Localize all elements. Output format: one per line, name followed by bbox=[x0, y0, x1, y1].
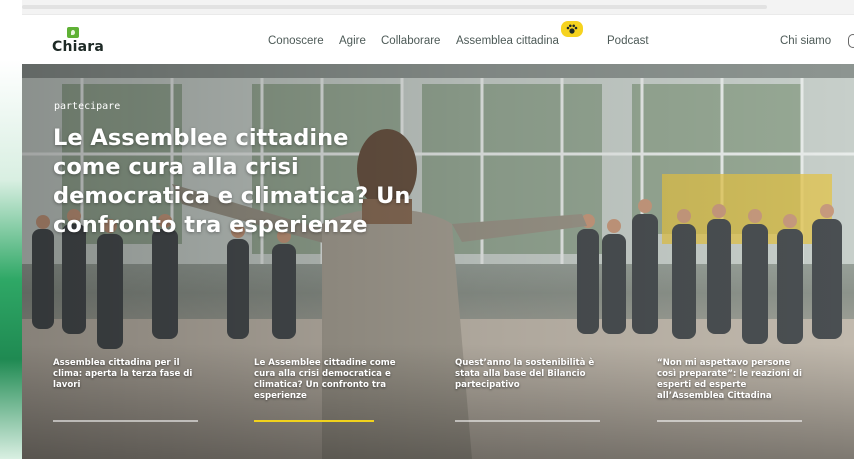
nav-item-assemblea-cittadina[interactable]: Assemblea cittadina bbox=[456, 35, 559, 47]
nav-item-chi-siamo[interactable]: Chi siamo bbox=[780, 35, 831, 47]
article-link-4[interactable]: “Non mi aspettavo persone così preparate… bbox=[657, 358, 802, 422]
logo[interactable]: Chiara bbox=[52, 27, 112, 57]
nav-item-conoscere[interactable]: Conoscere bbox=[268, 35, 324, 47]
article-title: Le Assemblee cittadine come cura alla cr… bbox=[254, 358, 396, 401]
category-label[interactable]: partecipare bbox=[54, 101, 120, 112]
site-header: Chiara Conoscere Agire Collaborare Assem… bbox=[22, 14, 854, 64]
article-link-1[interactable]: Assemblea cittadina per il clima: aperta… bbox=[53, 358, 198, 422]
article-underline bbox=[455, 420, 600, 422]
scroll-strip bbox=[22, 5, 767, 9]
article-title: Assemblea cittadina per il clima: aperta… bbox=[53, 358, 193, 390]
search-icon[interactable] bbox=[848, 34, 854, 48]
article-link-3[interactable]: Quest’anno la sostenibilità è stata alla… bbox=[455, 358, 600, 422]
nav-item-agire[interactable]: Agire bbox=[339, 35, 366, 47]
hero-title[interactable]: Le Assemblee cittadine come cura alla cr… bbox=[53, 124, 423, 240]
article-title: “Non mi aspettavo persone così preparate… bbox=[657, 358, 802, 401]
article-underline bbox=[53, 420, 198, 422]
paw-icon bbox=[561, 21, 583, 37]
hero-banner[interactable]: partecipare Le Assemblee cittadine come … bbox=[22, 64, 854, 459]
article-link-2[interactable]: Le Assemblee cittadine come cura alla cr… bbox=[254, 358, 399, 422]
article-title: Quest’anno la sostenibilità è stata alla… bbox=[455, 358, 595, 390]
browser-top-strip bbox=[22, 0, 854, 14]
nav-item-collaborare[interactable]: Collaborare bbox=[381, 35, 440, 47]
article-underline bbox=[657, 420, 802, 422]
decorative-green-shape bbox=[0, 60, 22, 459]
article-progress-bar bbox=[254, 420, 374, 422]
leaf-icon bbox=[67, 27, 79, 38]
logo-text: Chiara bbox=[52, 39, 105, 55]
nav-item-podcast[interactable]: Podcast bbox=[607, 35, 649, 47]
